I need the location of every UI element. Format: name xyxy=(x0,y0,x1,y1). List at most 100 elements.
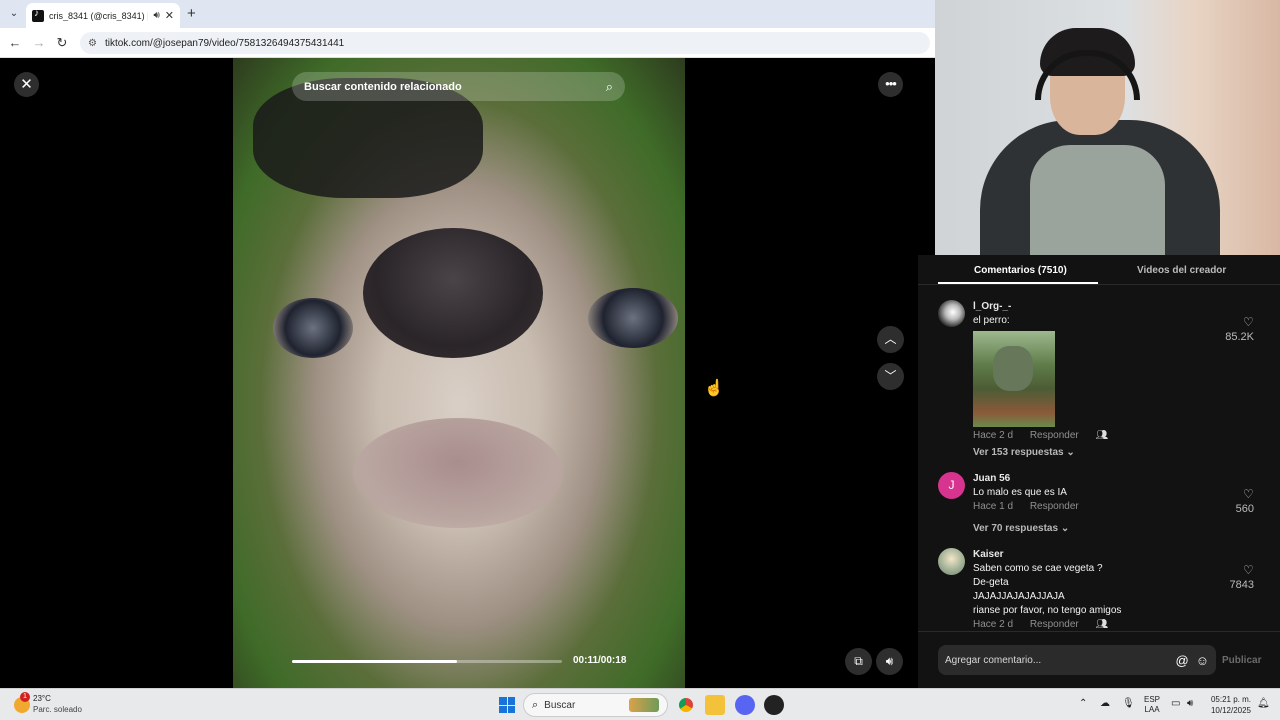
video-time: 00:11/00:18 xyxy=(573,655,627,666)
comment-text: el perro: xyxy=(973,315,1010,326)
taskbar-search[interactable]: ⌕ Buscar xyxy=(523,693,668,717)
volume-icon[interactable]: 🔊︎ xyxy=(1187,698,1193,709)
language-indicator[interactable]: ESP LAA xyxy=(1144,695,1160,715)
weather-description: Parc. soleado xyxy=(33,705,82,714)
chrome-icon[interactable] xyxy=(676,695,696,715)
comment-author[interactable]: Kaiser xyxy=(973,549,1004,560)
speaker-icon[interactable]: 🔊︎ xyxy=(153,10,159,21)
avatar[interactable]: J xyxy=(938,472,965,499)
search-icon[interactable]: ⌕ xyxy=(606,79,613,95)
heart-icon[interactable]: ♡ xyxy=(1243,487,1254,501)
microphone-icon[interactable]: 🎙︎ xyxy=(1122,698,1135,709)
chevron-down-icon: ⌄ xyxy=(1060,523,1070,534)
weather-temperature[interactable]: 23°C xyxy=(33,694,51,703)
heart-icon[interactable]: ♡ xyxy=(1243,315,1254,329)
windows-start-icon[interactable] xyxy=(499,697,515,713)
search-icon: ⌕ xyxy=(532,698,539,711)
view-replies-button[interactable]: Ver 70 respuestas ⌄ xyxy=(973,523,1069,534)
volume-button[interactable]: 🔊︎ xyxy=(876,648,903,675)
comment-input-placeholder: Agregar comentario... xyxy=(945,654,1042,666)
url-text: tiktok.com/@josepan79/video/758132649437… xyxy=(104,37,345,49)
browser-tab-active[interactable]: cris_8341 (@cris_8341) | Tik 🔊︎ ✕ xyxy=(26,3,180,28)
search-highlight-icon xyxy=(629,698,659,712)
tiktok-favicon-icon xyxy=(32,8,44,22)
comment-time: Hace 2 d xyxy=(973,619,1014,630)
comment-text: Saben como se cae vegeta ? xyxy=(973,563,1103,574)
tab-creator-videos[interactable]: Videos del creador xyxy=(1137,265,1226,276)
webcam-person-shape xyxy=(1030,145,1165,255)
hand-cursor-icon: ☝ xyxy=(704,380,724,397)
video-progress-bar[interactable] xyxy=(292,660,562,663)
heart-icon[interactable]: ♡ xyxy=(1243,563,1254,577)
comment-text: De-geta xyxy=(973,577,1009,588)
clock-time: 05:21 p. m. xyxy=(1210,695,1251,704)
panel-tabs: Comentarios (7510) Videos del creador xyxy=(918,255,1280,285)
like-count: 560 xyxy=(1235,503,1254,515)
taskbar-search-label: Buscar xyxy=(544,699,576,711)
close-tab-icon[interactable]: ✕ xyxy=(165,9,174,22)
active-tab-indicator xyxy=(938,282,1098,284)
video-progress-fill xyxy=(292,660,457,663)
reload-icon[interactable]: ↻ xyxy=(54,35,70,51)
search-placeholder: Buscar contenido relacionado xyxy=(304,80,462,93)
next-video-button[interactable]: ﹀ xyxy=(877,363,904,390)
comment-meta: Hace 2 d Responder 👥︎ xyxy=(973,430,1108,441)
network-icon[interactable]: ▭ xyxy=(1171,698,1180,709)
avatar[interactable] xyxy=(938,300,965,327)
comment-text: Lo malo es que es IA xyxy=(973,487,1067,498)
forward-arrow-icon[interactable]: → xyxy=(31,35,47,50)
clock-date: 10/12/2025 xyxy=(1210,706,1251,715)
file-explorer-icon[interactable] xyxy=(705,695,725,715)
like-count: 85.2K xyxy=(1225,331,1254,343)
publish-button[interactable]: Publicar xyxy=(1222,655,1261,666)
view-replies-label: Ver 70 respuestas xyxy=(973,523,1059,534)
comment-author[interactable]: Juan 56 xyxy=(973,473,1010,484)
comment-meta: Hace 1 d Responder xyxy=(973,501,1079,512)
reply-button[interactable]: Responder xyxy=(1030,501,1079,512)
comment-time: Hace 2 d xyxy=(973,430,1014,441)
picture-in-picture-button[interactable]: ⧉ xyxy=(845,648,872,675)
chevron-up-icon[interactable]: ⌃ xyxy=(1079,698,1087,709)
app-icon[interactable] xyxy=(764,695,784,715)
comment-text: rianse por favor, no tengo amigos xyxy=(973,605,1122,616)
view-replies-label: Ver 153 respuestas xyxy=(973,447,1064,458)
back-arrow-icon[interactable]: ← xyxy=(7,35,23,50)
video-viewer: ✕ Buscar contenido relacionado ⌕ ••• ︿ ﹀… xyxy=(0,58,918,688)
comment-input[interactable]: Agregar comentario... @ ☺ xyxy=(938,645,1216,675)
creator-liked-icon: 👥︎ xyxy=(1095,430,1109,441)
site-info-icon[interactable]: ⚙ xyxy=(88,38,97,49)
video-frame-shape xyxy=(363,228,543,358)
close-viewer-button[interactable]: ✕ xyxy=(14,72,39,97)
creator-liked-icon: 👥︎ xyxy=(1095,619,1109,630)
reply-button[interactable]: Responder xyxy=(1030,619,1079,630)
browser-address-bar: ← → ↻ ⚙ tiktok.com/@josepan79/video/7581… xyxy=(0,28,935,58)
previous-video-button[interactable]: ︿ xyxy=(877,326,904,353)
video-player[interactable] xyxy=(233,58,685,688)
url-field[interactable]: ⚙ tiktok.com/@josepan79/video/7581326494… xyxy=(80,32,930,54)
video-frame-shape xyxy=(273,298,353,358)
clock[interactable]: 05:21 p. m. 10/12/2025 xyxy=(1205,694,1251,716)
browser-tab-bar: ⌄ cris_8341 (@cris_8341) | Tik 🔊︎ ✕ + xyxy=(0,0,935,28)
more-options-button[interactable]: ••• xyxy=(878,72,903,97)
view-replies-button[interactable]: Ver 153 respuestas ⌄ xyxy=(973,447,1075,458)
emoji-icon[interactable]: ☺ xyxy=(1196,653,1209,668)
notification-badge: 1 xyxy=(20,692,30,702)
comment-author[interactable]: l_Org-_- xyxy=(973,301,1011,312)
comment-meta: Hace 2 d Responder 👥︎ xyxy=(973,619,1108,630)
tab-list-chevron-icon[interactable]: ⌄ xyxy=(6,6,22,22)
comment-image[interactable] xyxy=(973,331,1055,427)
tab-comments[interactable]: Comentarios (7510) xyxy=(974,265,1067,276)
reply-button[interactable]: Responder xyxy=(1030,430,1079,441)
cloud-icon[interactable]: ☁ xyxy=(1100,698,1110,709)
discord-icon[interactable] xyxy=(735,695,755,715)
tab-title: cris_8341 (@cris_8341) | Tik xyxy=(49,10,149,21)
avatar[interactable] xyxy=(938,548,965,575)
related-search-input[interactable]: Buscar contenido relacionado ⌕ xyxy=(292,72,625,101)
new-tab-plus-icon[interactable]: + xyxy=(187,5,196,22)
comment-composer: Agregar comentario... @ ☺ Publicar xyxy=(918,631,1280,688)
notifications-icon[interactable]: 🔔︎ xyxy=(1257,698,1270,709)
language-code: ESP xyxy=(1144,695,1161,704)
screen: ⌄ cris_8341 (@cris_8341) | Tik 🔊︎ ✕ + ← … xyxy=(0,0,1280,720)
taskbar: 1 23°C Parc. soleado ⌕ Buscar ⌃ ☁ 🎙︎ ESP… xyxy=(0,688,1280,720)
mention-icon[interactable]: @ xyxy=(1176,653,1189,668)
